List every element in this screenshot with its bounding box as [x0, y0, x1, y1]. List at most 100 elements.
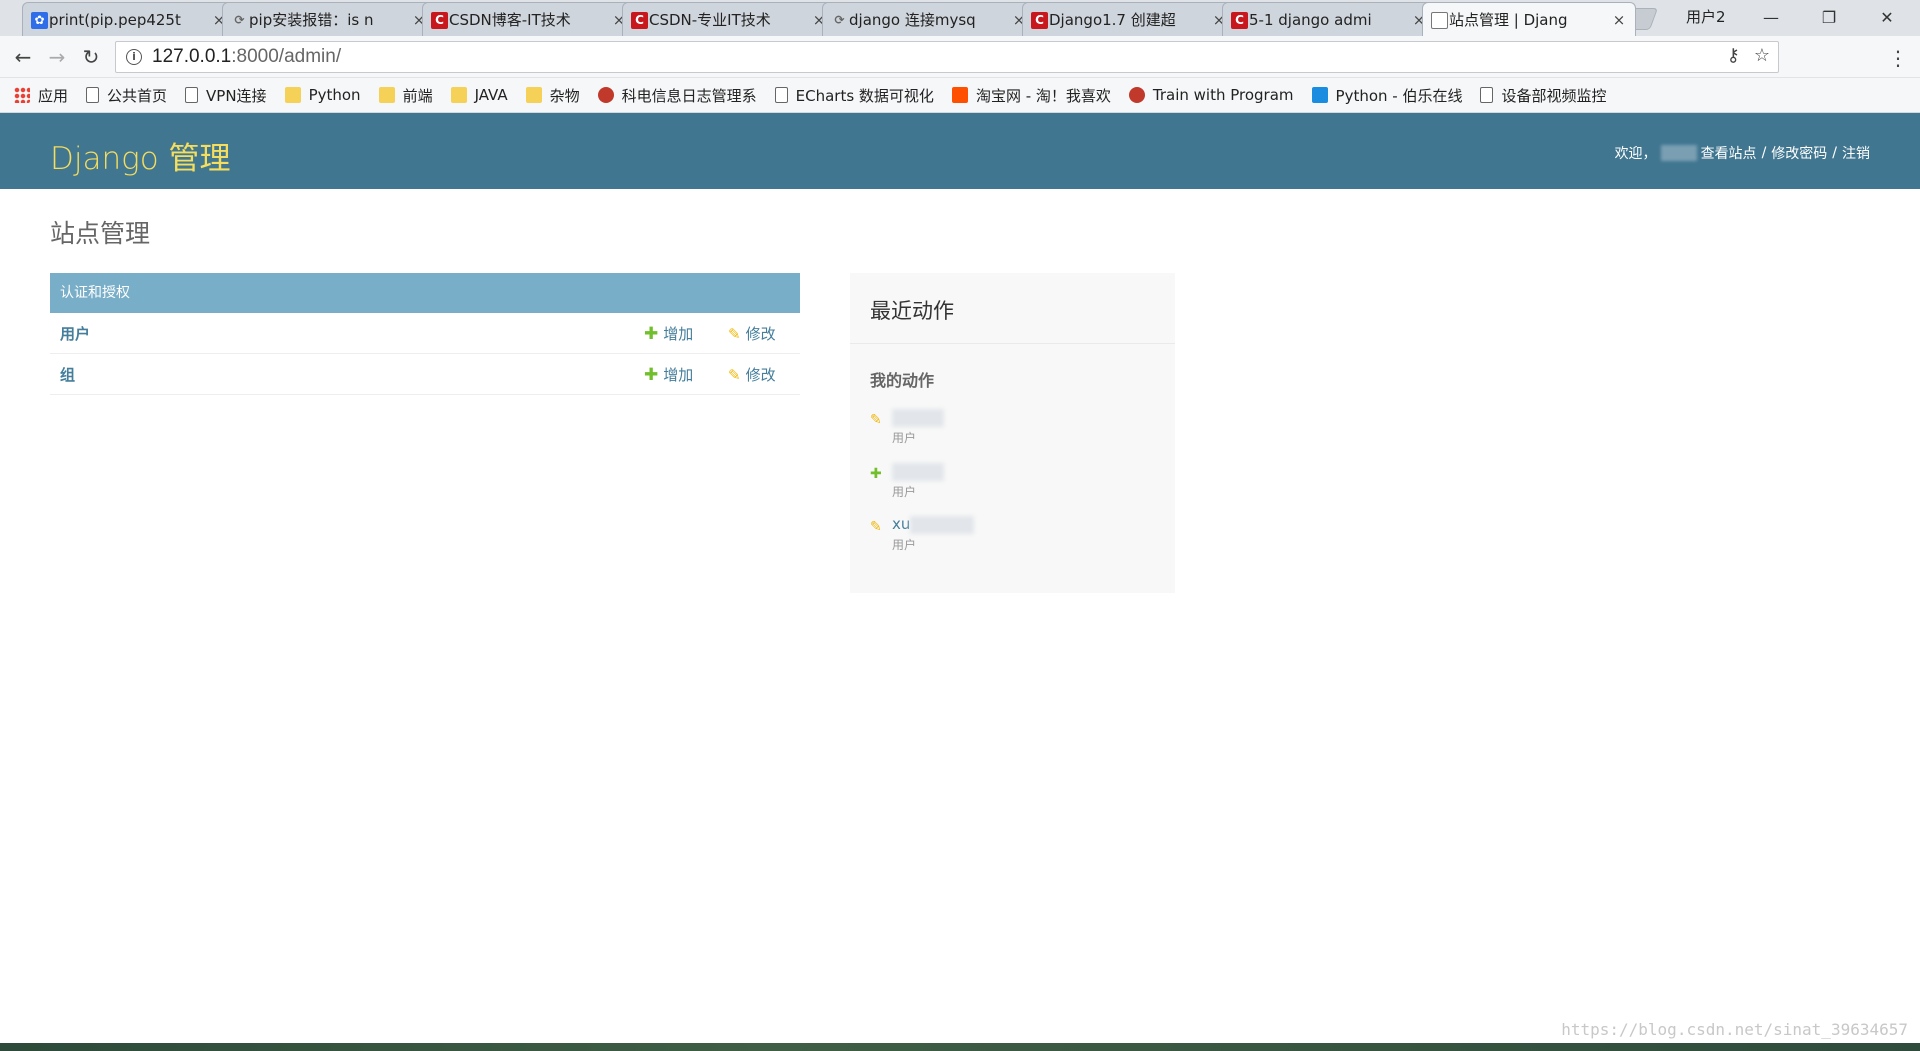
bookmark-item[interactable]: 科电信息日志管理系 — [597, 85, 757, 106]
folder-icon — [378, 87, 395, 103]
logout-link[interactable]: 注销 — [1842, 143, 1870, 163]
change-label: 修改 — [745, 325, 776, 343]
site-branding[interactable]: Django 管理 — [50, 133, 231, 178]
bookmark-item[interactable]: 设备部视频监控 — [1480, 85, 1607, 106]
bookmark-item[interactable]: JAVA — [450, 86, 508, 104]
folder-icon — [450, 87, 467, 103]
bookmark-item[interactable]: 淘宝网 - 淘！我喜欢 — [951, 85, 1111, 106]
action-object-text: xu — [892, 515, 911, 533]
tab-close-icon[interactable]: × — [1611, 11, 1627, 29]
key-icon[interactable]: ⚷ — [1727, 45, 1740, 66]
browser-toolbar: ← → ↻ i 127.0.0.1:8000/admin/ ⚷ ☆ ⋮ — [0, 36, 1920, 78]
app-module-auth: 认证和授权 用户 ✚ 增加 ✎ 修改组 ✚ 增加 ✎ 修改 — [50, 273, 800, 395]
close-window-button[interactable]: ✕ — [1864, 4, 1910, 32]
tab-title: 5-1 django admi — [1249, 10, 1372, 29]
reload-button[interactable]: ↻ — [78, 44, 104, 70]
browser-tab[interactable]: C Django1.7 创建超 × — [1022, 2, 1236, 36]
model-link[interactable]: 用户 — [50, 323, 90, 344]
add-link[interactable]: ✚ 增加 — [644, 354, 693, 395]
add-label: 增加 — [663, 366, 694, 384]
add-link[interactable]: ✚ 增加 — [644, 313, 693, 354]
forward-button[interactable]: → — [44, 44, 70, 70]
csdn-icon: C — [431, 12, 448, 29]
bookmark-label: ECharts 数据可视化 — [795, 86, 934, 105]
browser-tab[interactable]: 站点管理 | Djang × — [1422, 2, 1636, 36]
model-row: 组 ✚ 增加 ✎ 修改 — [50, 354, 800, 395]
bookmark-label: 淘宝网 - 淘！我喜欢 — [975, 86, 1111, 105]
change-link[interactable]: ✎ 修改 — [728, 354, 776, 395]
bookmark-label: 前端 — [402, 86, 433, 105]
action-content-type: 用户 — [892, 431, 917, 445]
admin-header: Django 管理 欢迎， 查看站点 / 修改密码 / 注销 — [0, 113, 1920, 189]
model-list: 用户 ✚ 增加 ✎ 修改组 ✚ 增加 ✎ 修改 — [50, 313, 800, 395]
url-path: :8000/admin/ — [231, 46, 342, 67]
browser-menu-button[interactable]: ⋮ — [1888, 46, 1908, 70]
maximize-button[interactable]: ❐ — [1806, 4, 1852, 32]
browser-tab[interactable]: C CSDN-专业IT技术 × — [622, 2, 836, 36]
site-icon — [597, 87, 614, 103]
pencil-icon: ✎ — [870, 519, 882, 535]
recent-actions-panel: 最近动作 我的动作 ✎ 用户 ✚ 用户 ✎ xu 用户 — [850, 273, 1175, 593]
pencil-icon: ✎ — [728, 324, 741, 343]
separator: / — [1761, 145, 1767, 161]
tab-title: Django1.7 创建超 — [1049, 11, 1176, 29]
plus-icon: ✚ — [644, 364, 659, 385]
user-tools: 欢迎， 查看站点 / 修改密码 / 注销 — [1615, 143, 1870, 163]
csdn-icon: C — [1231, 12, 1248, 29]
page-title: 站点管理 — [50, 219, 151, 248]
back-button[interactable]: ← — [10, 44, 36, 70]
browser-tab[interactable]: ✿ print(pip.pep425t × — [22, 2, 236, 36]
bookmark-item[interactable]: Train with Program — [1128, 86, 1294, 104]
info-icon[interactable]: i — [126, 49, 142, 65]
redacted-object-name — [892, 462, 944, 481]
add-label: 增加 — [663, 325, 694, 343]
address-bar[interactable]: i 127.0.0.1:8000/admin/ ⚷ ☆ — [115, 41, 1779, 73]
action-object-link[interactable]: xu — [892, 515, 975, 534]
browser-tab[interactable]: C CSDN博客-IT技术 × — [422, 2, 636, 36]
csdn-icon: C — [1031, 12, 1048, 29]
my-actions-title: 我的动作 — [870, 371, 935, 390]
bookmark-item[interactable]: 杂物 — [525, 85, 580, 106]
change-link[interactable]: ✎ 修改 — [728, 313, 776, 354]
bookmark-item[interactable]: 应用 — [14, 85, 68, 106]
url-text[interactable]: 127.0.0.1:8000/admin/ — [152, 46, 341, 68]
csdn-icon: C — [631, 12, 648, 29]
bookmark-item[interactable]: ECharts 数据可视化 — [774, 85, 934, 106]
bookmark-label: JAVA — [474, 86, 508, 104]
bookmark-item[interactable]: 公共首页 — [86, 85, 167, 106]
page-icon — [774, 87, 788, 103]
browser-tab[interactable]: C 5-1 django admi × — [1222, 2, 1436, 36]
bookmark-label: 设备部视频监控 — [1501, 86, 1607, 105]
profile-button[interactable]: 用户2 — [1686, 6, 1726, 27]
taobao-icon — [951, 87, 968, 103]
browser-tab[interactable]: ⟳ pip安装报错：is n × — [222, 2, 436, 36]
page-icon — [1480, 87, 1494, 103]
browser-tab[interactable]: ⟳ django 连接mysq × — [822, 2, 1036, 36]
change-password-link[interactable]: 修改密码 — [1771, 143, 1827, 163]
view-site-link[interactable]: 查看站点 — [1701, 143, 1757, 163]
bookmark-label: 杂物 — [549, 86, 580, 105]
bookmark-label: Train with Program — [1152, 86, 1294, 104]
watermark: https://blog.csdn.net/sinat_39634657 — [1561, 1020, 1908, 1039]
bookmark-item[interactable]: VPN连接 — [185, 85, 267, 106]
bookmark-item[interactable]: 前端 — [378, 85, 433, 106]
action-object-link[interactable] — [892, 462, 944, 481]
site-icon — [1128, 87, 1145, 103]
app-caption[interactable]: 认证和授权 — [50, 273, 800, 313]
page-icon — [185, 87, 199, 103]
page-icon — [1431, 12, 1448, 29]
redacted-object-name — [892, 408, 944, 427]
action-content-type: 用户 — [892, 485, 917, 499]
model-link[interactable]: 组 — [50, 364, 75, 385]
bookmark-label: 公共首页 — [107, 86, 168, 105]
bookmark-item[interactable]: Python - 伯乐在线 — [1311, 85, 1462, 106]
recent-actions-title: 最近动作 — [850, 273, 1175, 344]
bookmark-item[interactable]: Python — [284, 86, 361, 104]
minimize-button[interactable]: — — [1748, 4, 1794, 32]
change-label: 修改 — [745, 366, 776, 384]
action-object-link[interactable] — [892, 408, 944, 427]
star-icon[interactable]: ☆ — [1754, 45, 1770, 66]
pencil-icon: ✎ — [728, 365, 741, 384]
plus-icon: ✚ — [870, 466, 882, 482]
pencil-icon: ✎ — [870, 412, 882, 428]
